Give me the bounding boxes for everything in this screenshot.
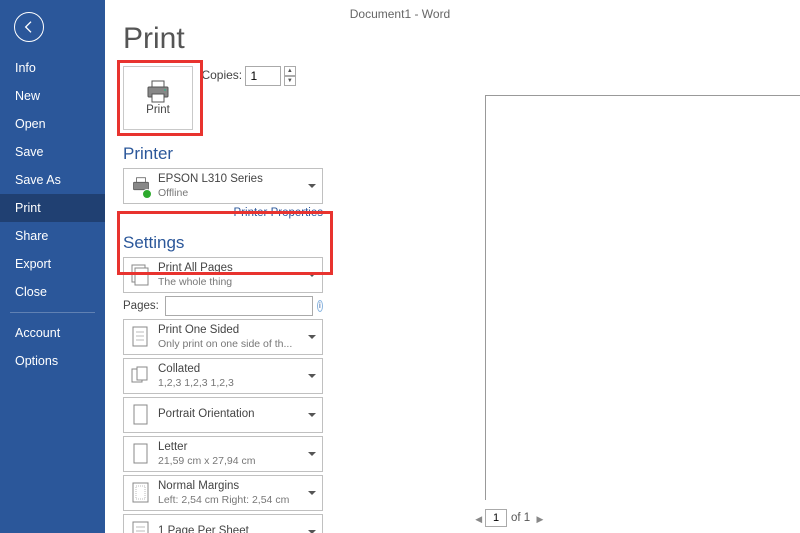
printer-icon: [144, 80, 172, 104]
chevron-down-icon: [308, 488, 318, 498]
chevron-down-icon: [308, 371, 318, 381]
backstage-sidebar: Info New Open Save Save As Print Share E…: [0, 0, 105, 533]
page-number-input[interactable]: [485, 509, 507, 527]
setting-print-scope[interactable]: Print All Pages The whole thing: [123, 257, 323, 293]
printer-device-icon: [130, 173, 152, 199]
pages-label: Pages:: [123, 300, 159, 312]
nav-open[interactable]: Open: [0, 110, 105, 138]
settings-section-title: Settings: [123, 233, 329, 253]
nav-info[interactable]: Info: [0, 54, 105, 82]
printer-status: Offline: [158, 187, 308, 199]
portrait-icon: [130, 402, 152, 428]
chevron-down-icon: [308, 527, 318, 533]
print-panel: Print Print Copies:: [105, 0, 800, 533]
prev-page-button[interactable]: ◄: [473, 514, 481, 522]
chevron-down-icon: [308, 332, 318, 342]
chevron-down-icon: [308, 410, 318, 420]
nav-divider: [10, 312, 95, 313]
printer-selector[interactable]: EPSON L310 Series Offline: [123, 168, 323, 204]
nav-save-as[interactable]: Save As: [0, 166, 105, 194]
print-button[interactable]: Print: [123, 66, 193, 130]
margins-icon: [130, 480, 152, 506]
printer-name: EPSON L310 Series: [158, 173, 308, 186]
page-of-text: of 1: [511, 512, 530, 524]
window-title: Document1 - Word: [0, 0, 800, 28]
nav-options[interactable]: Options: [0, 347, 105, 375]
nav-save[interactable]: Save: [0, 138, 105, 166]
copies-up[interactable]: ▲: [284, 66, 296, 76]
copies-down[interactable]: ▼: [284, 76, 296, 86]
nav-export[interactable]: Export: [0, 250, 105, 278]
pages-input[interactable]: [165, 296, 313, 316]
paper-size-icon: [130, 441, 152, 467]
setting-pages-per-sheet[interactable]: 1 Page Per Sheet: [123, 514, 323, 533]
setting-margins[interactable]: Normal Margins Left: 2,54 cm Right: 2,54…: [123, 475, 323, 511]
nav-close[interactable]: Close: [0, 278, 105, 306]
pages-per-sheet-icon: [130, 519, 152, 533]
printer-properties-link[interactable]: Printer Properties: [123, 207, 323, 219]
setting-paper-size[interactable]: Letter 21,59 cm x 27,94 cm: [123, 436, 323, 472]
chevron-down-icon: [308, 449, 318, 459]
page-single-icon: [130, 324, 152, 350]
chevron-down-icon: [308, 181, 318, 191]
nav-new[interactable]: New: [0, 82, 105, 110]
setting-collate[interactable]: Collated 1,2,3 1,2,3 1,2,3: [123, 358, 323, 394]
nav-print[interactable]: Print: [0, 194, 105, 222]
chevron-down-icon: [308, 270, 318, 280]
info-icon[interactable]: i: [317, 300, 323, 312]
setting-sided[interactable]: Print One Sided Only print on one side o…: [123, 319, 323, 355]
collate-icon: [130, 363, 152, 389]
pages-icon: [130, 262, 152, 288]
nav-account[interactable]: Account: [0, 319, 105, 347]
copies-input[interactable]: [245, 66, 281, 86]
print-preview: [485, 95, 800, 500]
setting-orientation[interactable]: Portrait Orientation: [123, 397, 323, 433]
preview-page-nav: ◄ of 1 ►: [473, 509, 542, 527]
status-ready-icon: [142, 189, 152, 199]
copies-label: Copies:: [201, 68, 242, 82]
nav-share[interactable]: Share: [0, 222, 105, 250]
next-page-button[interactable]: ►: [534, 514, 542, 522]
print-button-label: Print: [146, 104, 170, 116]
